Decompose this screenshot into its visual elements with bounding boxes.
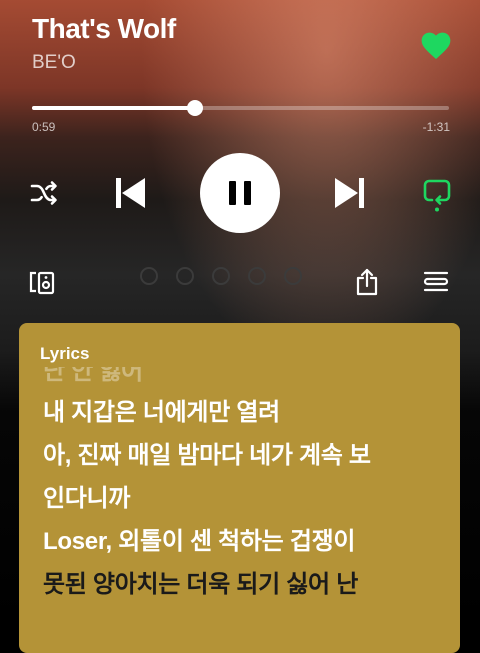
track-artist[interactable]: BE'O — [32, 52, 76, 74]
lyric-line[interactable]: 인다니까 — [43, 477, 446, 520]
remaining-time: -1:31 — [422, 120, 450, 134]
lyric-line[interactable]: 못된 양아치는 더욱 되기 싫어 난 — [43, 563, 446, 606]
background-knob — [140, 267, 158, 285]
queue-icon[interactable] — [423, 270, 449, 294]
track-title[interactable]: That's Wolf — [32, 13, 176, 45]
share-icon[interactable] — [355, 268, 379, 296]
background-knob — [248, 267, 266, 285]
lyric-line[interactable]: 난 안 잃어 — [43, 367, 446, 391]
connect-device-icon[interactable] — [28, 270, 56, 296]
background-knob — [284, 267, 302, 285]
lyrics-heading: Lyrics — [40, 344, 90, 363]
pause-icon-bar — [229, 181, 236, 205]
lyrics-card[interactable]: Lyrics 난 안 잃어 내 지갑은 너에게만 열려 아, 진짜 매일 밤마다 네… — [19, 323, 460, 653]
progress-bar[interactable] — [32, 100, 449, 116]
skip-previous-icon[interactable] — [114, 176, 146, 210]
background-knob — [212, 267, 230, 285]
progress-thumb[interactable] — [186, 100, 203, 116]
lyric-line[interactable]: 아, 진짜 매일 밤마다 네가 계속 보 — [43, 434, 446, 477]
heart-icon[interactable] — [421, 32, 451, 60]
elapsed-time: 0:59 — [32, 120, 56, 134]
progress-fill — [32, 106, 195, 110]
lyric-line[interactable]: Loser, 외톨이 센 척하는 겁쟁이 — [43, 520, 446, 563]
pause-icon-bar — [244, 181, 251, 205]
lyrics-lines: 난 안 잃어 내 지갑은 너에게만 열려 아, 진짜 매일 밤마다 네가 계속 보인… — [43, 367, 446, 606]
lyric-line[interactable]: 내 지갑은 너에게만 열려 — [43, 391, 446, 434]
background-knob — [176, 267, 194, 285]
skip-next-icon[interactable] — [334, 176, 366, 210]
repeat-icon[interactable] — [423, 178, 451, 212]
shuffle-icon[interactable] — [30, 180, 58, 206]
background-knobs — [140, 267, 302, 285]
pause-button[interactable] — [200, 153, 280, 233]
